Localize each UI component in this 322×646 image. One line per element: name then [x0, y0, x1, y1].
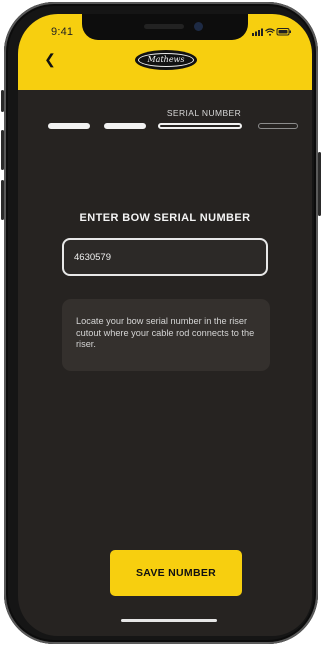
- current-step-label: SERIAL NUMBER: [166, 108, 242, 118]
- mute-switch: [1, 90, 4, 112]
- progress-step-4: [258, 123, 298, 129]
- page-title: ENTER BOW SERIAL NUMBER: [79, 212, 251, 224]
- battery-icon: [276, 28, 291, 36]
- front-camera: [194, 22, 203, 31]
- brand-logo: Mathews: [135, 50, 197, 70]
- serial-number-input[interactable]: [62, 238, 268, 276]
- progress-step-3: [158, 123, 242, 129]
- chevron-left-icon: ❮: [44, 51, 56, 67]
- home-indicator[interactable]: [121, 619, 217, 622]
- notch: [82, 14, 248, 40]
- help-card: Locate your bow serial number in the ris…: [62, 299, 270, 371]
- progress-step-1: [48, 123, 90, 129]
- phone-frame: 9:41 ❮ Mathews SERIAL NUMBER ENTER BOW S…: [1, 2, 321, 644]
- volume-down-button: [1, 180, 4, 220]
- back-button[interactable]: ❮: [42, 51, 58, 67]
- wifi-icon: [265, 28, 275, 36]
- status-time: 9:41: [51, 26, 74, 38]
- power-button: [318, 152, 321, 216]
- logo-text: Mathews: [138, 53, 194, 67]
- app-screen: 9:41 ❮ Mathews SERIAL NUMBER ENTER BOW S…: [18, 14, 312, 636]
- progress-step-2: [104, 123, 146, 129]
- speaker-grille: [144, 24, 184, 29]
- signal-icon: [252, 28, 263, 36]
- help-text: Locate your bow serial number in the ris…: [76, 316, 255, 349]
- volume-up-button: [1, 130, 4, 170]
- app-header: 9:41 ❮ Mathews: [18, 14, 312, 90]
- save-number-button[interactable]: SAVE NUMBER: [110, 550, 242, 596]
- status-icons: [252, 28, 291, 36]
